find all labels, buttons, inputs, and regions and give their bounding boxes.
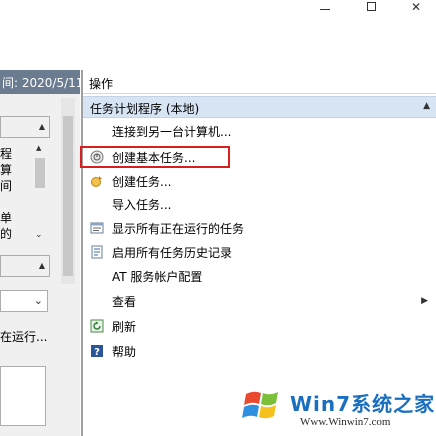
text-fragment: [0, 194, 34, 210]
left-section-header-2[interactable]: ▲: [0, 255, 50, 277]
action-label: 查看: [112, 294, 137, 309]
minimize-icon: [320, 8, 330, 10]
left-truncated-text: 程 算 间 单 的: [0, 146, 34, 246]
text-fragment: 算: [0, 163, 13, 177]
text-fragment: 的: [0, 227, 13, 241]
scroll-thumb[interactable]: [35, 158, 45, 188]
highlight-box: [80, 146, 230, 168]
actions-pane-title: 操作: [83, 70, 436, 94]
scroll-thumb[interactable]: [63, 116, 73, 276]
action-connect-computer[interactable]: 连接到另一台计算机...: [83, 120, 436, 142]
help-icon: ?: [90, 344, 104, 358]
windows-logo-icon: [240, 382, 286, 428]
svg-text:?: ?: [94, 347, 100, 358]
left-dropdown[interactable]: ⌄: [0, 290, 48, 312]
left-section-header[interactable]: ▲: [0, 116, 50, 138]
blank-icon: [90, 124, 104, 138]
create-task-icon: [90, 174, 104, 188]
chevron-down-icon: ⌄: [33, 294, 43, 307]
maximize-icon: [366, 1, 376, 11]
refresh-icon: [90, 319, 104, 333]
action-label: 显示所有正在运行的任务: [112, 221, 245, 236]
action-import-task[interactable]: 导入任务...: [83, 193, 436, 215]
collapse-icon[interactable]: ▲: [423, 101, 430, 111]
minimize-button[interactable]: [302, 0, 348, 14]
scroll-up-icon[interactable]: ▲: [36, 144, 41, 152]
collapse-icon: ▲: [38, 122, 45, 131]
close-icon: ✕: [410, 0, 422, 14]
action-view[interactable]: 查看 ▶: [83, 290, 436, 312]
blank-icon: [90, 269, 104, 283]
action-label: 帮助: [112, 344, 137, 359]
left-text-scrollbar[interactable]: ▲ ⌄: [33, 142, 47, 246]
action-enable-task-history[interactable]: 启用所有任务历史记录: [83, 241, 436, 263]
actions-section-header[interactable]: 任务计划程序 (本地) ▲: [83, 96, 436, 118]
left-running-text: 在运行...: [0, 330, 48, 344]
left-pane-scrollbar[interactable]: [61, 98, 75, 284]
action-refresh[interactable]: 刷新: [83, 315, 436, 337]
watermark-title: Win7系统之家: [290, 392, 436, 416]
left-pane-header: 间: 2020/5/11: [0, 70, 80, 94]
scroll-down-icon[interactable]: ⌄: [35, 230, 43, 240]
action-show-running-tasks[interactable]: 显示所有正在运行的任务: [83, 217, 436, 239]
text-fragment: 间: [0, 179, 13, 193]
maximize-button[interactable]: [348, 0, 394, 14]
close-button[interactable]: ✕: [393, 0, 436, 14]
action-at-service-config[interactable]: AT 服务帐户配置: [83, 265, 436, 287]
text-fragment: 单: [0, 211, 13, 225]
action-help[interactable]: ? 帮助: [83, 340, 436, 362]
watermark-url: Www.Winwin7.com: [300, 416, 391, 428]
text-fragment: 程: [0, 147, 13, 161]
left-text-box[interactable]: [0, 366, 46, 426]
action-label: 启用所有任务历史记录: [112, 245, 233, 260]
running-tasks-icon: [90, 221, 104, 235]
section-label: 任务计划程序 (本地): [90, 102, 200, 116]
action-label: 刷新: [112, 319, 137, 334]
blank-icon: [90, 197, 104, 211]
task-history-icon: [90, 245, 104, 259]
action-create-task[interactable]: 创建任务...: [83, 170, 436, 192]
blank-icon: [90, 294, 104, 308]
submenu-arrow-icon: ▶: [421, 296, 428, 306]
action-label: 连接到另一台计算机...: [112, 124, 232, 139]
action-label: 导入任务...: [112, 197, 172, 212]
collapse-icon: ▲: [38, 261, 45, 270]
action-label: 创建任务...: [112, 174, 172, 189]
action-label: AT 服务帐户配置: [112, 269, 203, 284]
